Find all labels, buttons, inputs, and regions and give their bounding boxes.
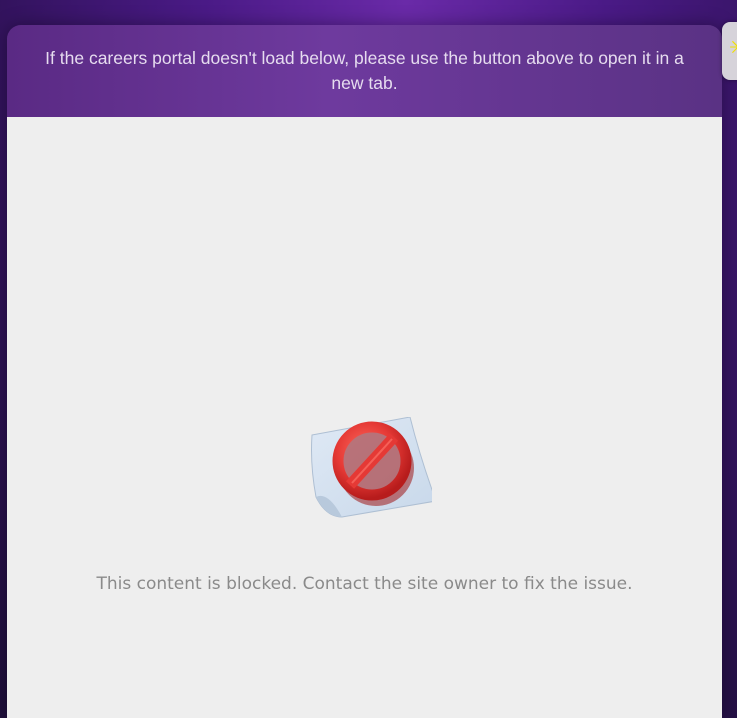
blocked-message: This content is blocked. Contact the sit…	[96, 574, 633, 594]
embedded-frame: This content is blocked. Contact the sit…	[7, 117, 722, 718]
side-tab-button[interactable]: ✳	[722, 22, 737, 80]
careers-portal-panel: If the careers portal doesn't load below…	[7, 25, 722, 718]
sparkle-icon: ✳	[729, 38, 737, 60]
notice-bar: If the careers portal doesn't load below…	[7, 25, 722, 117]
notice-text: If the careers portal doesn't load below…	[45, 48, 684, 93]
blocked-sign-icon	[302, 416, 437, 523]
